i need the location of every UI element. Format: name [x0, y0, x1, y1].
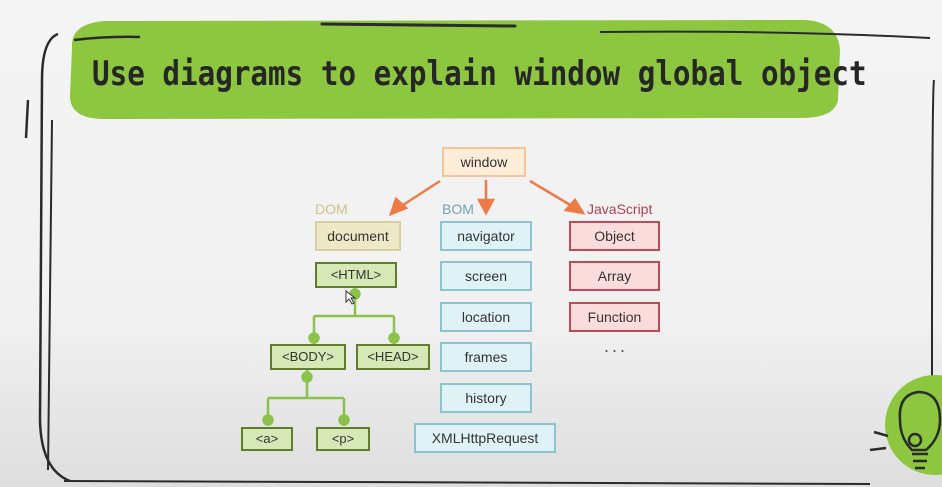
- banner-dash: [320, 22, 517, 28]
- node-history: history: [440, 383, 532, 413]
- group-label-javascript: JavaScript: [587, 201, 653, 217]
- node-location-label: location: [461, 309, 511, 325]
- node-html-label: <HTML>: [330, 267, 382, 282]
- group-label-bom: BOM: [442, 201, 474, 217]
- node-xmlhttprequest: XMLHttpRequest: [414, 423, 556, 453]
- node-html: <HTML>: [315, 262, 397, 288]
- node-body-label: <BODY>: [281, 349, 335, 364]
- javascript-more-ellipsis: ...: [604, 336, 629, 356]
- node-window-label: window: [460, 154, 508, 170]
- frame-stroke-left-inner: [47, 119, 53, 471]
- node-object-label: Object: [594, 228, 635, 244]
- node-document-label: document: [327, 228, 389, 244]
- frame-stroke-right: [931, 79, 935, 381]
- node-navigator: navigator: [440, 221, 532, 251]
- node-head-label: <HEAD>: [367, 349, 419, 364]
- node-a-label: <a>: [255, 431, 279, 446]
- node-a: <a>: [241, 427, 293, 451]
- node-function-label: Function: [587, 309, 642, 325]
- frame-stroke-left-outer: [38, 32, 71, 483]
- node-body: <BODY>: [270, 344, 346, 370]
- node-p-label: <p>: [331, 431, 355, 446]
- node-array-label: Array: [597, 268, 632, 284]
- node-xmlhttprequest-label: XMLHttpRequest: [431, 430, 539, 446]
- node-location: location: [440, 302, 532, 332]
- node-function: Function: [569, 302, 660, 332]
- diagram-arrows: [388, 179, 586, 217]
- slide-title: Use diagrams to explain window global ob…: [92, 54, 867, 94]
- node-array: Array: [569, 261, 660, 291]
- node-screen: screen: [440, 261, 532, 291]
- frame-stroke-bottom: [63, 480, 871, 485]
- node-head: <HEAD>: [356, 344, 430, 370]
- slide: Use diagrams to explain window global ob…: [0, 0, 942, 487]
- frame-stroke-left-mark: [24, 99, 30, 139]
- node-object: Object: [569, 221, 660, 251]
- node-screen-label: screen: [464, 268, 508, 284]
- node-frames-label: frames: [464, 349, 508, 365]
- lightbulb-icon: [869, 375, 942, 475]
- group-label-dom: DOM: [315, 201, 348, 217]
- node-window: window: [442, 147, 526, 177]
- node-p: <p>: [316, 427, 370, 451]
- node-history-label: history: [465, 390, 507, 406]
- node-frames: frames: [440, 342, 532, 372]
- node-document: document: [315, 221, 401, 251]
- node-navigator-label: navigator: [457, 228, 515, 244]
